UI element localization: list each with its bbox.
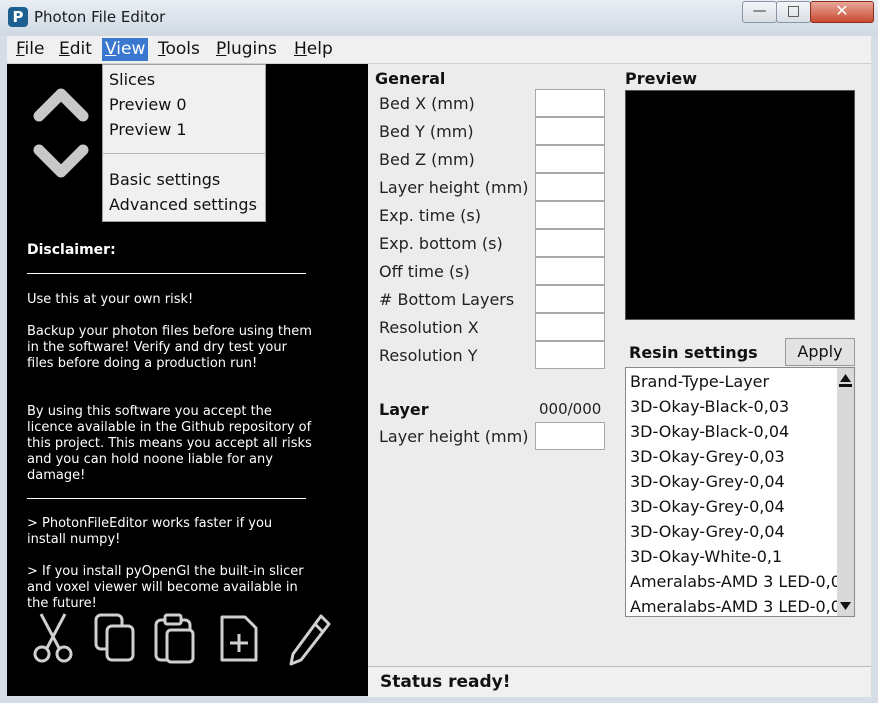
preview-canvas [625, 90, 855, 320]
edit-pencil-icon[interactable] [287, 612, 333, 668]
menu-tools-mnemonic: T [158, 39, 166, 59]
list-item[interactable]: 3D-Okay-Grey-0,03 [630, 447, 785, 466]
resin-list-scrollbar[interactable] [837, 368, 854, 616]
cut-icon[interactable] [29, 612, 77, 664]
menu-help[interactable]: Help [291, 38, 336, 61]
list-item[interactable]: 3D-Okay-Black-0,04 [630, 422, 789, 441]
menu-item-advanced-settings[interactable]: Advanced settings [109, 195, 257, 214]
list-item[interactable]: 3D-Okay-White-0,1 [630, 547, 782, 566]
bottom-layers-field[interactable] [535, 285, 605, 313]
list-item[interactable]: 3D-Okay-Grey-0,04 [630, 497, 785, 516]
menu-tools[interactable]: Tools [155, 38, 203, 61]
menu-edit-label: dit [69, 39, 92, 59]
resin-list[interactable]: Brand-Type-Layer 3D-Okay-Black-0,03 3D-O… [625, 367, 855, 617]
menu-item-preview-1[interactable]: Preview 1 [109, 120, 187, 139]
bed-y-label: Bed Y (mm) [379, 122, 474, 141]
copy-icon[interactable] [93, 612, 139, 664]
menu-help-label: elp [306, 39, 333, 59]
apply-button[interactable]: Apply [785, 338, 855, 366]
list-item[interactable]: 3D-Okay-Grey-0,04 [630, 522, 785, 541]
menu-edit[interactable]: Edit [56, 38, 95, 61]
resolution-y-field[interactable] [535, 341, 605, 369]
off-time-field[interactable] [535, 257, 605, 285]
list-item[interactable]: 3D-Okay-Grey-0,04 [630, 472, 785, 491]
add-layer-icon[interactable] [217, 612, 261, 664]
menu-plugins-label: lugins [226, 39, 277, 59]
menu-plugins[interactable]: Plugins [213, 38, 280, 61]
bed-z-label: Bed Z (mm) [379, 150, 475, 169]
menu-file-mnemonic: F [16, 39, 25, 59]
down-arrow-icon[interactable] [31, 142, 91, 184]
menu-item-slices[interactable]: Slices [109, 70, 155, 89]
resolution-x-field[interactable] [535, 313, 605, 341]
menu-view-mnemonic: V [105, 39, 117, 59]
divider [27, 273, 306, 274]
tip-text: > PhotonFileEditor works faster if you i… [27, 516, 273, 547]
menu-bar: File Edit View Tools Plugins Help [7, 36, 871, 64]
preview-heading: Preview [625, 69, 698, 88]
disclaimer-paragraph: By using this software you accept the li… [27, 404, 312, 483]
menu-item-basic-settings[interactable]: Basic settings [109, 170, 220, 189]
menu-help-mnemonic: H [294, 39, 307, 59]
menu-tools-label: ools [165, 39, 200, 59]
bed-x-label: Bed X (mm) [379, 94, 475, 113]
menu-view[interactable]: View [102, 38, 149, 61]
bottom-layers-label: # Bottom Layers [379, 290, 515, 309]
resin-settings-heading: Resin settings [629, 343, 758, 362]
layer-height-label: Layer height (mm) [379, 427, 529, 446]
bed-y-field[interactable] [535, 117, 605, 145]
exp-time-field[interactable] [535, 201, 605, 229]
menu-separator [103, 153, 265, 154]
menu-view-label: iew [116, 39, 146, 59]
list-item[interactable]: Brand-Type-Layer [630, 372, 769, 391]
off-time-label: Off time (s) [379, 262, 470, 281]
disclaimer-title: Disclaimer: [27, 242, 116, 258]
menu-item-preview-0[interactable]: Preview 0 [109, 95, 187, 114]
title-bar: P Photon File Editor — □ ✕ [0, 0, 878, 36]
resolution-x-label: Resolution X [379, 318, 479, 337]
maximize-button[interactable]: □ [776, 1, 811, 23]
disclaimer-paragraph: Use this at your own risk! [27, 292, 194, 307]
window-title: Photon File Editor [34, 8, 166, 26]
layer-height-label: Layer height (mm) [379, 178, 529, 197]
list-item[interactable]: 3D-Okay-Black-0,03 [630, 397, 789, 416]
general-heading: General [375, 69, 446, 88]
menu-edit-mnemonic: E [59, 39, 70, 59]
paste-icon[interactable] [153, 612, 199, 664]
app-logo-icon: P [8, 7, 28, 27]
tip-text: > If you install pyOpenGl the built-in s… [27, 564, 304, 611]
close-button[interactable]: ✕ [810, 1, 874, 23]
minimize-button[interactable]: — [742, 1, 777, 23]
up-arrow-icon[interactable] [31, 82, 91, 124]
exp-bottom-field[interactable] [535, 229, 605, 257]
list-item[interactable]: Ameralabs-AMD 3 LED-0,0 [630, 572, 841, 591]
window-frame: File Edit View Tools Plugins Help Discla… [7, 36, 871, 697]
layer-height-field[interactable] [535, 422, 605, 450]
bed-x-field[interactable] [535, 89, 605, 117]
menu-plugins-mnemonic: P [216, 39, 227, 59]
layer-heading: Layer [379, 400, 429, 419]
bed-z-field[interactable] [535, 145, 605, 173]
layer-height-field[interactable] [535, 173, 605, 201]
status-text: Status ready! [380, 672, 511, 692]
view-menu-dropdown: Slices Preview 0 Preview 1 Basic setting… [102, 64, 266, 222]
divider [27, 498, 306, 499]
menu-file-label: ile [24, 39, 45, 59]
status-bar: Status ready! [368, 666, 871, 697]
disclaimer-paragraph: Backup your photon files before using th… [27, 324, 312, 371]
list-item[interactable]: Ameralabs-AMD 3 LED-0,0 [630, 597, 841, 616]
exp-bottom-label: Exp. bottom (s) [379, 234, 503, 253]
resolution-y-label: Resolution Y [379, 346, 478, 365]
scrollbar-arrows [839, 374, 852, 610]
layer-counter: 000/000 [539, 400, 602, 418]
menu-file[interactable]: File [13, 38, 47, 61]
exp-time-label: Exp. time (s) [379, 206, 481, 225]
